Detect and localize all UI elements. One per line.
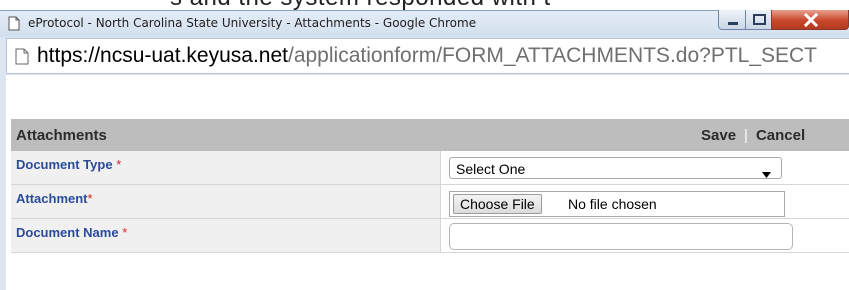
document-type-select[interactable]: Select One [449, 157, 782, 179]
address-bar[interactable]: https://ncsu-uat.keyusa.net/applicationf… [6, 38, 849, 74]
save-link[interactable]: Save [701, 127, 736, 144]
label-cell: Attachment* [11, 185, 441, 218]
window-controls [718, 10, 849, 32]
document-type-selected: Select One [456, 161, 526, 177]
url-path: /applicationform/FORM_ATTACHMENTS.do?PTL… [287, 44, 818, 67]
attachment-label: Attachment* [16, 191, 93, 206]
required-marker: * [87, 191, 93, 206]
close-button[interactable] [771, 10, 849, 30]
maximize-button[interactable] [745, 10, 772, 30]
chrome-popup-window: eProtocol - North Carolina State Univers… [0, 10, 849, 290]
action-separator: | [744, 127, 748, 144]
url-text[interactable]: https://ncsu-uat.keyusa.net/applicationf… [37, 44, 817, 68]
required-marker: * [122, 225, 128, 240]
document-name-input[interactable] [449, 223, 793, 250]
attachment-file-input: Choose File No file chosen [449, 191, 785, 217]
dropdown-caret-icon [762, 165, 771, 183]
title-bar[interactable]: eProtocol - North Carolina State Univers… [0, 10, 849, 37]
minimize-button[interactable] [718, 10, 746, 30]
label-cell: Document Type * [11, 151, 441, 184]
attachments-header: Attachments Save | Cancel [11, 119, 849, 151]
required-marker: * [116, 157, 122, 172]
choose-file-button[interactable]: Choose File [453, 194, 542, 214]
background-text-fragment: s and the system responded with t [0, 0, 849, 10]
cancel-link[interactable]: Cancel [756, 127, 805, 144]
document-type-label: Document Type * [16, 157, 122, 172]
attachment-row: Attachment* Choose File No file chosen [11, 185, 849, 219]
label-cell: Document Name * [11, 219, 441, 252]
file-status-text: No file chosen [568, 196, 657, 212]
window-title: eProtocol - North Carolina State Univers… [28, 16, 477, 30]
page-icon [8, 16, 20, 31]
url-host: https://ncsu-uat.keyusa.net [37, 44, 288, 67]
document-type-row: Document Type * Select One [11, 151, 849, 185]
section-title: Attachments [16, 127, 107, 144]
page-content: Attachments Save | Cancel Document Type * … [6, 75, 849, 290]
document-name-label: Document Name * [16, 225, 128, 240]
header-actions: Save | Cancel [701, 127, 805, 144]
page-icon [15, 48, 29, 65]
document-name-row: Document Name * [11, 219, 849, 253]
fragment-text: s and the system responded with t [170, 0, 551, 10]
